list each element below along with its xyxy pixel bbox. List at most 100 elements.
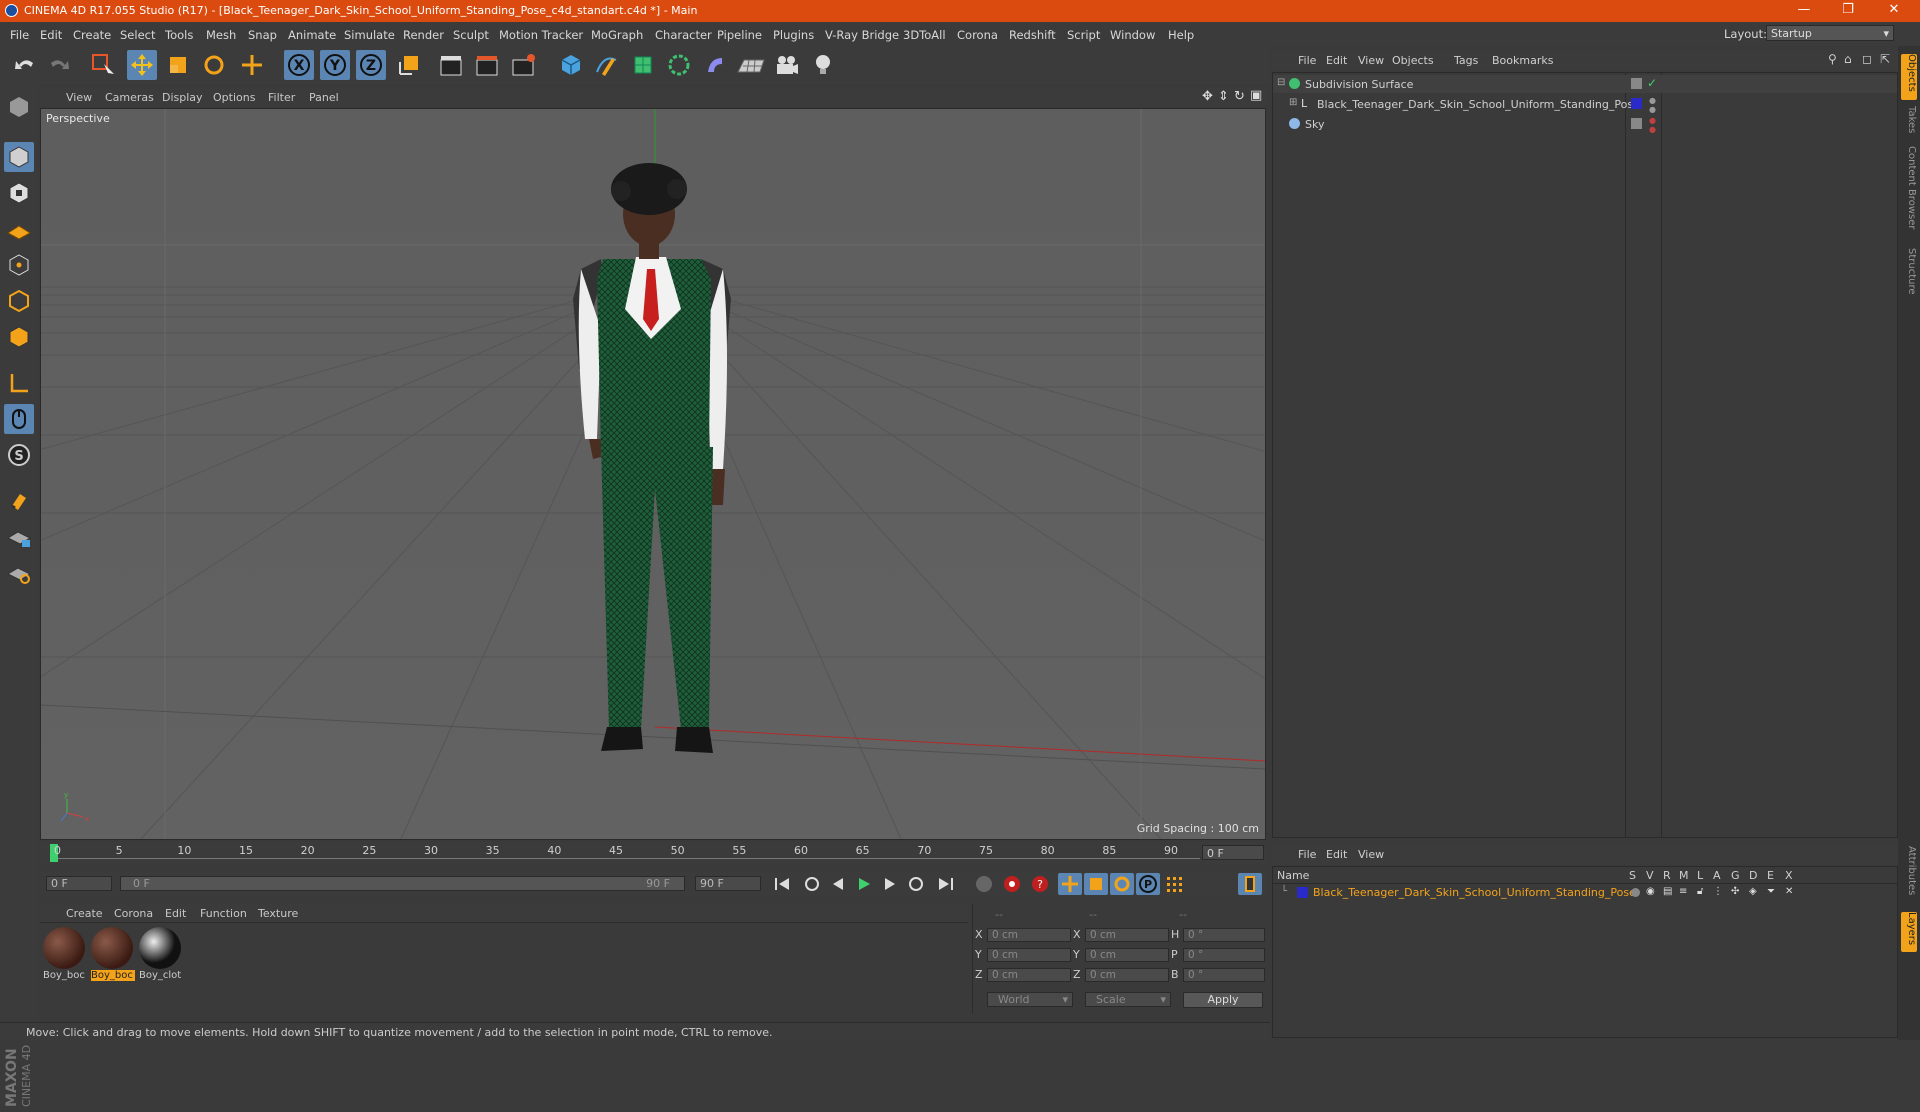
- goto-next-key-button[interactable]: [904, 873, 928, 895]
- subdivision-surface-button[interactable]: [628, 50, 658, 80]
- record-keys-button[interactable]: [972, 873, 996, 895]
- lm-menu-file[interactable]: File: [1298, 848, 1316, 861]
- tab-layers[interactable]: Layers: [1901, 912, 1917, 952]
- rotation-b-field[interactable]: 0 °: [1183, 968, 1265, 982]
- goto-previous-frame-button[interactable]: [826, 873, 850, 895]
- animation-icon[interactable]: ⋮: [1713, 886, 1723, 897]
- deformer-button[interactable]: [700, 50, 730, 80]
- menu-vray-bridge[interactable]: V-Ray Bridge: [825, 28, 899, 42]
- size-z-field[interactable]: 0 cm: [1085, 968, 1169, 982]
- y-axis-button[interactable]: Y: [320, 50, 350, 80]
- tab-structure[interactable]: Structure: [1901, 248, 1917, 302]
- current-frame-field[interactable]: 0 F: [46, 876, 112, 891]
- menu-select[interactable]: Select: [120, 28, 155, 42]
- material-menu-texture[interactable]: Texture: [258, 907, 298, 920]
- menu-edit[interactable]: Edit: [40, 28, 62, 42]
- position-y-field[interactable]: 0 cm: [987, 948, 1071, 962]
- menu-plugins[interactable]: Plugins: [773, 28, 814, 42]
- solo-toggle-icon[interactable]: [1631, 888, 1640, 897]
- material-menu-corona[interactable]: Corona: [114, 907, 153, 920]
- viewport-rotate-icon[interactable]: ↻: [1234, 89, 1245, 104]
- layer-icon[interactable]: [1631, 118, 1642, 129]
- timeline-window-button[interactable]: [1238, 873, 1262, 895]
- layer-row[interactable]: └ Black_Teenager_Dark_Skin_School_Unifor…: [1273, 884, 1897, 901]
- material-menu-function[interactable]: Function: [200, 907, 247, 920]
- redo-button[interactable]: [44, 50, 74, 80]
- x-axis-button[interactable]: X: [284, 50, 314, 80]
- apply-button[interactable]: Apply: [1183, 992, 1263, 1008]
- rotate-tool-button[interactable]: [199, 50, 229, 80]
- layout-select[interactable]: Startup ▾: [1766, 25, 1894, 41]
- render-to-picture-viewer-button[interactable]: [472, 50, 502, 80]
- make-editable-button[interactable]: [4, 92, 34, 122]
- viewport-maximize-icon[interactable]: ▣: [1250, 88, 1262, 103]
- size-x-field[interactable]: 0 cm: [1085, 928, 1169, 942]
- viewport-menu-cameras[interactable]: Cameras: [105, 91, 154, 104]
- close-button[interactable]: ✕: [1872, 0, 1916, 22]
- object-row[interactable]: ⊞ L Black_Teenager_Dark_Skin_School_Unif…: [1273, 95, 1897, 114]
- locked-workplane-button[interactable]: [4, 522, 34, 552]
- manager-icon[interactable]: ≡: [1679, 886, 1687, 897]
- object-row[interactable]: Sky ● ●: [1273, 115, 1897, 134]
- viewport-menu-filter[interactable]: Filter: [268, 91, 295, 104]
- viewport-zoom-icon[interactable]: ⇕: [1218, 89, 1229, 104]
- minimize-button[interactable]: —: [1782, 0, 1826, 22]
- menu-help[interactable]: Help: [1168, 28, 1194, 42]
- scale-tool-button[interactable]: [163, 50, 193, 80]
- size-y-field[interactable]: 0 cm: [1085, 948, 1169, 962]
- search-icon[interactable]: ⚲: [1828, 52, 1837, 66]
- maximize-icon[interactable]: ⇱: [1880, 52, 1890, 66]
- live-selection-button[interactable]: [88, 50, 118, 80]
- rotation-h-field[interactable]: 0 °: [1183, 928, 1265, 942]
- goto-previous-key-button[interactable]: [800, 873, 824, 895]
- key-rotation-button[interactable]: [1110, 873, 1134, 895]
- viewport-menu-options[interactable]: Options: [213, 91, 255, 104]
- om-menu-objects[interactable]: Objects: [1392, 54, 1434, 67]
- menu-render[interactable]: Render: [403, 28, 444, 42]
- tab-objects[interactable]: Objects: [1901, 54, 1917, 100]
- menu-script[interactable]: Script: [1067, 28, 1100, 42]
- lm-menu-edit[interactable]: Edit: [1326, 848, 1347, 861]
- keyframe-selection-button[interactable]: ?: [1028, 873, 1052, 895]
- autokeying-button[interactable]: [1000, 873, 1024, 895]
- axis-mode-button[interactable]: [4, 368, 34, 398]
- visibility-dots-icon[interactable]: ● ●: [1649, 116, 1656, 134]
- polygons-mode-button[interactable]: [4, 322, 34, 352]
- xref-icon[interactable]: ✕: [1785, 886, 1793, 897]
- menu-motion-tracker[interactable]: Motion Tracker: [499, 28, 583, 42]
- menu-pipeline[interactable]: Pipeline: [717, 28, 762, 42]
- check-enabled-icon[interactable]: ✓: [1647, 76, 1657, 90]
- menu-mesh[interactable]: Mesh: [206, 28, 236, 42]
- menu-character[interactable]: Character: [655, 28, 712, 42]
- light-button[interactable]: [808, 50, 838, 80]
- viewport-menu-view[interactable]: View: [66, 91, 92, 104]
- floor-object-button[interactable]: [736, 50, 766, 80]
- menu-file[interactable]: File: [10, 28, 29, 42]
- key-scale-button[interactable]: [1084, 873, 1108, 895]
- points-mode-button[interactable]: [4, 250, 34, 280]
- perspective-viewport[interactable]: y x Perspective Grid Spacing : 100 cm: [40, 108, 1266, 840]
- material-item[interactable]: Boy_boc: [43, 927, 87, 981]
- array-object-button[interactable]: [664, 50, 694, 80]
- menu-sculpt[interactable]: Sculpt: [453, 28, 489, 42]
- menu-animate[interactable]: Animate: [288, 28, 336, 42]
- restore-button[interactable]: ❐: [1826, 0, 1870, 22]
- undo-button[interactable]: [10, 50, 40, 80]
- viewport-menu-display[interactable]: Display: [162, 91, 203, 104]
- cube-object-button[interactable]: [556, 50, 586, 80]
- menu-corona[interactable]: Corona: [957, 28, 998, 42]
- tab-takes[interactable]: Takes: [1901, 106, 1917, 140]
- layer-icon[interactable]: [1631, 78, 1642, 89]
- om-menu-file[interactable]: File: [1298, 54, 1316, 67]
- key-pla-button[interactable]: [1162, 873, 1186, 895]
- key-parameter-button[interactable]: P: [1136, 873, 1160, 895]
- goto-start-button[interactable]: [770, 873, 794, 895]
- om-menu-tags[interactable]: Tags: [1454, 54, 1478, 67]
- tab-content-browser[interactable]: Content Browser: [1901, 146, 1917, 242]
- position-z-field[interactable]: 0 cm: [987, 968, 1071, 982]
- render-clapboard-icon[interactable]: ▤: [1663, 886, 1672, 897]
- menu-window[interactable]: Window: [1110, 28, 1155, 42]
- collapse-icon[interactable]: ⊟: [1277, 77, 1285, 88]
- goto-end-button[interactable]: [934, 873, 958, 895]
- menu-tools[interactable]: Tools: [165, 28, 193, 42]
